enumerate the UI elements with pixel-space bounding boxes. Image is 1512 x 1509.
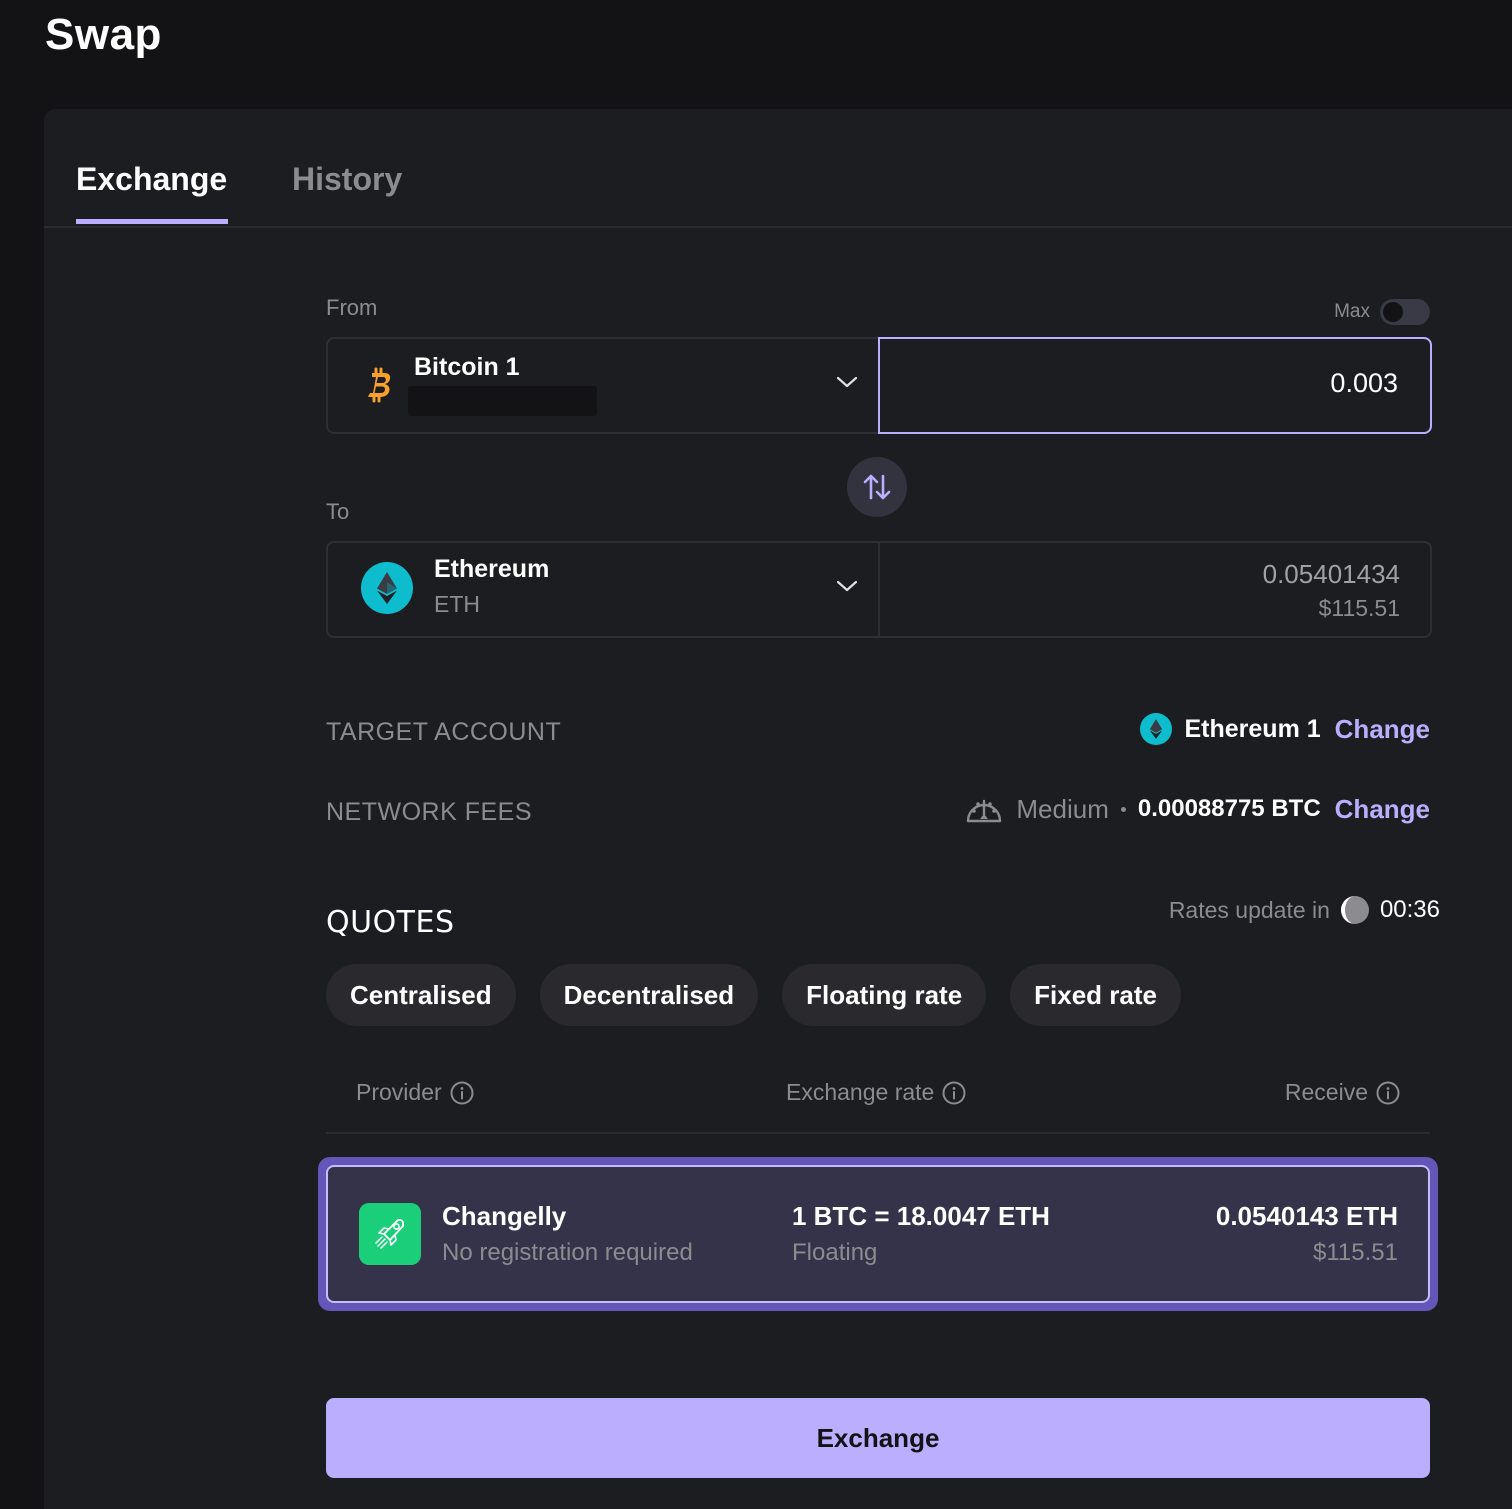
change-network-fees-link[interactable]: Change [1335,794,1430,825]
column-header-label: Receive [1284,1079,1368,1105]
fee-level: Medium [1016,793,1109,824]
target-account-label: TARGET ACCOUNT [326,718,562,746]
network-fees-label: NETWORK FEES [326,798,533,826]
column-header-label: Provider [356,1079,442,1105]
active-tab-indicator [76,219,228,224]
to-amount-fiat: $115.51 [1318,595,1400,621]
from-amount-field[interactable] [878,337,1432,434]
to-amount-field: 0.05401434 $115.51 [878,541,1432,638]
target-account-name: Ethereum 1 [1184,714,1321,743]
to-currency-select[interactable]: Ethereum ETH [326,541,880,638]
countdown-timer-icon [1340,896,1369,924]
ethereum-icon [361,562,413,614]
separator-dot [1120,806,1126,812]
exchange-button[interactable]: Exchange [326,1398,1430,1478]
from-account-select[interactable]: Bitcoin 1 [326,337,880,434]
speedometer-icon [967,799,1002,823]
quote-row-inner: Changelly No registration required 1 BTC… [326,1165,1430,1303]
swap-direction-button[interactable] [847,457,907,517]
toggle-knob [1383,302,1403,322]
swap-panel: Exchange History From Max Bitcoin 1 0.00… [44,109,1512,1509]
target-account-row: Ethereum 1 Change [1140,713,1430,745]
chevron-down-icon [836,376,858,388]
exchange-rate: 1 BTC = 18.0047 ETH [792,1201,1050,1231]
tab-bar: Exchange History [44,109,1512,228]
quote-row-changelly[interactable]: Changelly No registration required 1 BTC… [318,1157,1438,1311]
info-icon[interactable] [450,1081,474,1105]
tab-exchange[interactable]: Exchange [76,161,227,198]
max-label: Max [1334,301,1370,322]
rates-update-label: Rates update in [1168,896,1330,923]
to-currency-name: Ethereum [434,555,550,583]
quote-filters: Centralised Decentralised Floating rate … [326,964,1181,1026]
provider-name: Changelly [442,1201,567,1231]
column-header-exchange-rate: Exchange rate [786,1079,966,1106]
column-header-label: Exchange rate [786,1079,935,1105]
tab-history[interactable]: History [292,161,402,198]
filter-decentralised[interactable]: Decentralised [539,964,759,1026]
column-header-provider: Provider [356,1079,474,1106]
rates-countdown: 00:36 [1379,896,1440,923]
filter-centralised[interactable]: Centralised [326,964,516,1026]
change-target-account-link[interactable]: Change [1335,714,1430,745]
bitcoin-icon [368,367,391,403]
rate-type: Floating [792,1239,878,1266]
network-fees-row: Medium 0.00088775 BTC Change [964,793,1430,825]
to-amount-value: 0.05401434 [1262,559,1400,589]
to-currency-ticker: ETH [434,591,480,617]
rocket-icon [375,1218,405,1249]
rates-update-timer: Rates update in 00:36 [1169,895,1440,925]
receive-fiat: $115.51 [1313,1239,1398,1266]
info-icon[interactable] [942,1081,966,1105]
chevron-down-icon [836,580,858,592]
changelly-logo [359,1203,421,1265]
fee-value: 0.00088775 BTC [1137,795,1321,822]
info-icon[interactable] [1376,1081,1400,1105]
max-toggle-group: Max [1334,299,1430,325]
from-account-name: Bitcoin 1 [414,353,520,381]
redacted-balance [408,386,597,416]
from-label: From [326,295,378,320]
filter-fixed-rate[interactable]: Fixed rate [1010,964,1181,1026]
max-toggle[interactable] [1380,299,1430,325]
quotes-divider [326,1132,1430,1134]
column-header-receive: Receive [1285,1079,1400,1106]
quotes-title: QUOTES [326,905,455,940]
page-title: Swap [45,10,162,59]
to-label: To [326,499,350,524]
from-amount-input[interactable] [996,367,1400,400]
provider-note: No registration required [442,1239,693,1266]
swap-arrows-icon [863,474,891,500]
ethereum-icon [1140,713,1173,745]
receive-amount: 0.0540143 ETH [1215,1201,1398,1231]
filter-floating-rate[interactable]: Floating rate [782,964,987,1026]
